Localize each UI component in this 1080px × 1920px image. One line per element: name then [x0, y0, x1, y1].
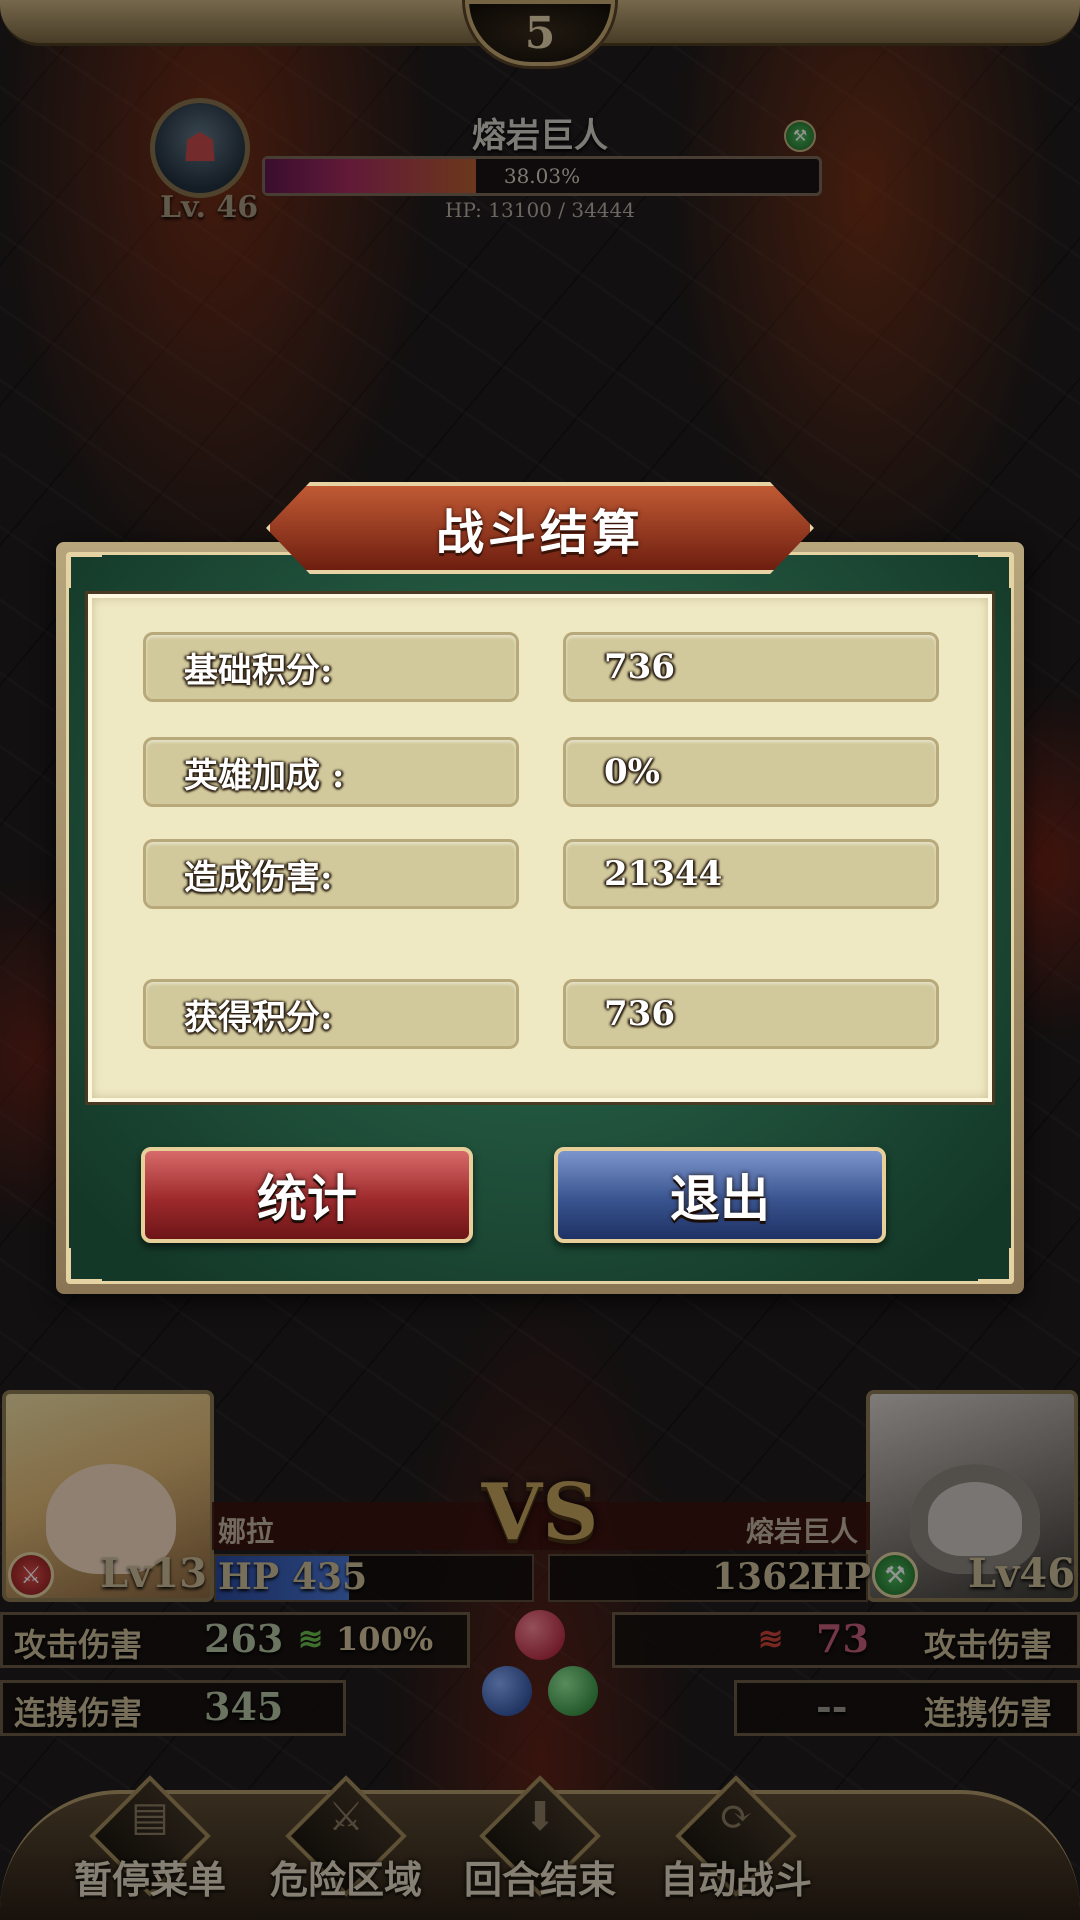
hero-bonus-value: 0% [563, 737, 939, 807]
earned-score-value: 736 [563, 979, 939, 1049]
exit-button[interactable]: 退出 [554, 1147, 886, 1243]
stats-button[interactable]: 统计 [141, 1147, 473, 1243]
stats-button-label: 统计 [257, 1169, 357, 1228]
hero-bonus-label: 英雄加成 : [143, 737, 519, 807]
damage-dealt-label: 造成伤害: [143, 839, 519, 909]
corner-ornament-icon [68, 554, 102, 588]
damage-dealt-value: 21344 [563, 839, 939, 909]
earned-score-label: 获得积分: [143, 979, 519, 1049]
exit-button-label: 退出 [670, 1169, 770, 1228]
dialog-title-plate: 战斗结算 [266, 482, 814, 574]
corner-ornament-icon [978, 1248, 1012, 1282]
corner-ornament-icon [978, 554, 1012, 588]
base-score-value: 736 [563, 632, 939, 702]
base-score-label: 基础积分: [143, 632, 519, 702]
corner-ornament-icon [68, 1248, 102, 1282]
dialog-title: 战斗结算 [435, 505, 644, 561]
